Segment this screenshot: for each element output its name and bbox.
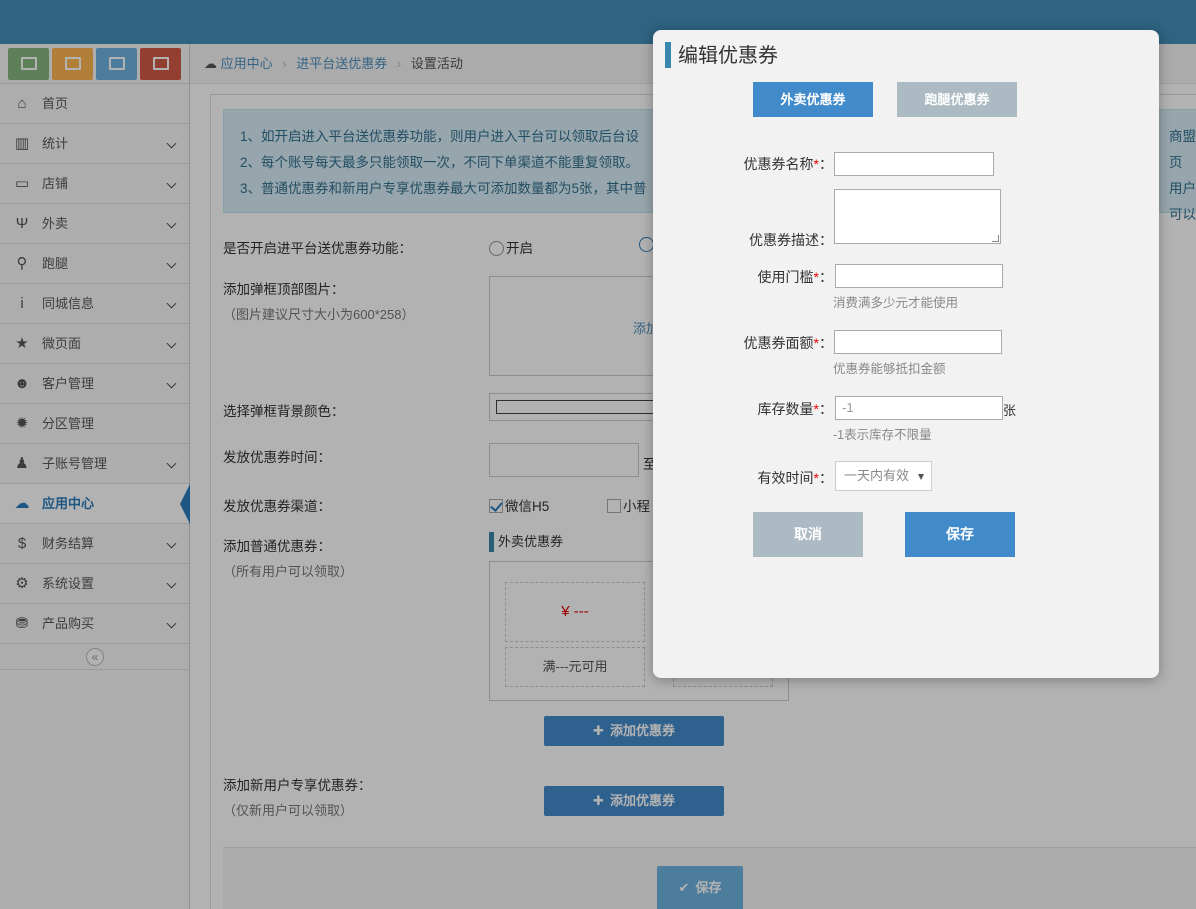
threshold-label: 使用门槛*： [757, 269, 833, 285]
amount-hint: 优惠券能够抵扣金额 [833, 362, 946, 376]
stock-unit: 张 [1003, 403, 1017, 418]
stock-input[interactable]: -1 [835, 396, 1003, 420]
resize-handle-icon[interactable] [992, 235, 999, 242]
coupon-name-label: 优惠券名称*： [743, 156, 833, 172]
caret-down-icon [918, 474, 924, 480]
valid-time-value: 一天内有效 [844, 468, 910, 483]
valid-time-label: 有效时间*： [757, 470, 833, 486]
coupon-desc-textarea[interactable] [834, 189, 1001, 244]
coupon-desc-label: 优惠券描述： [749, 232, 833, 248]
modal-save-button[interactable]: 保存 [905, 512, 1015, 557]
coupon-name-input[interactable] [834, 152, 994, 176]
valid-time-select[interactable]: 一天内有效 [835, 461, 932, 491]
edit-coupon-modal: 编辑优惠券 外卖优惠券 跑腿优惠券 优惠券名称*： 优惠券描述： 使用门槛*： … [653, 30, 1159, 678]
tab-errand-coupon[interactable]: 跑腿优惠券 [897, 82, 1017, 117]
threshold-input[interactable] [835, 264, 1003, 288]
amount-label: 优惠券面额*： [743, 335, 833, 351]
threshold-hint: 消费满多少元才能使用 [833, 296, 959, 310]
stock-hint: -1表示库存不限量 [833, 428, 932, 442]
tab-takeout-coupon[interactable]: 外卖优惠券 [753, 82, 873, 117]
amount-input[interactable] [834, 330, 1002, 354]
cancel-button[interactable]: 取消 [753, 512, 863, 557]
modal-title: 编辑优惠券 [665, 42, 778, 68]
stock-label: 库存数量*： [757, 401, 833, 417]
